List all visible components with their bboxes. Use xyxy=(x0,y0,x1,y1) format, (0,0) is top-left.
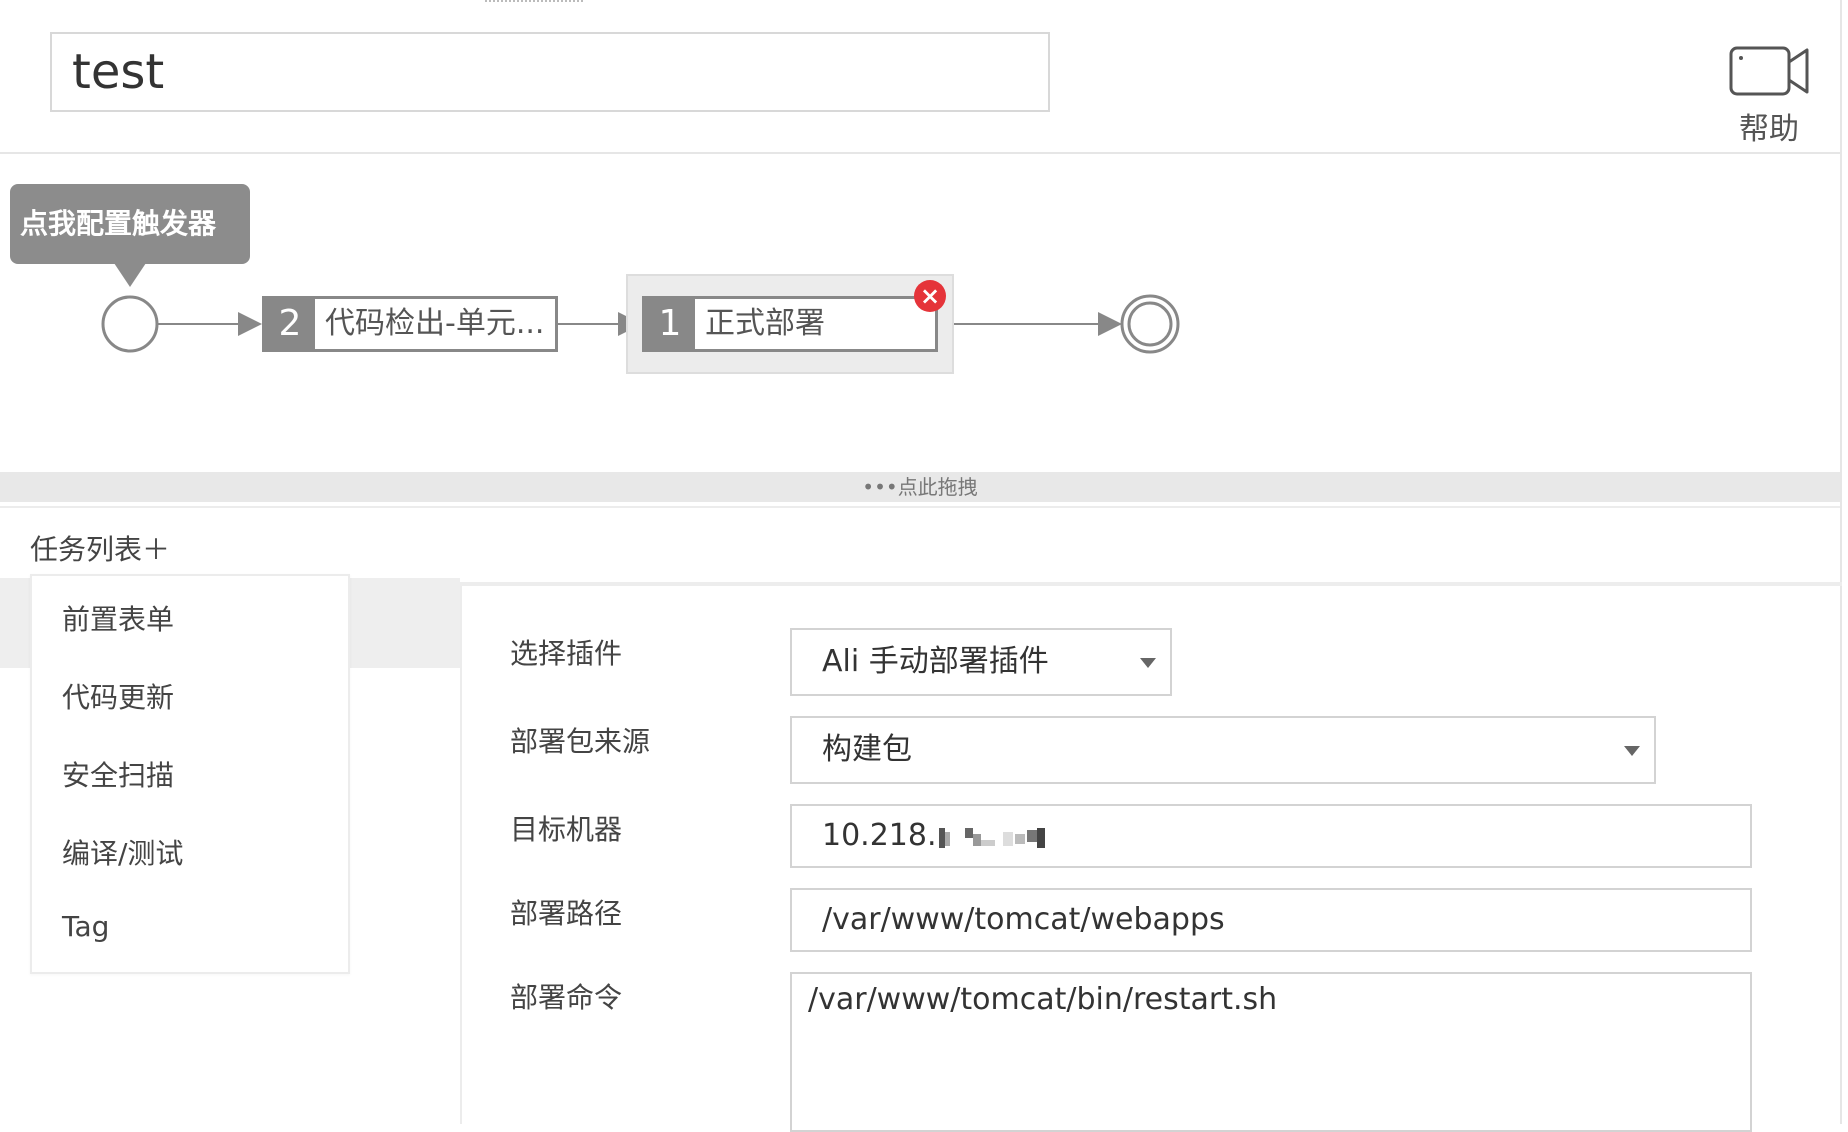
content-divider xyxy=(460,582,1842,586)
target-label: 目标机器 xyxy=(510,813,623,846)
plugin-select-value: Ali 手动部署插件 xyxy=(822,644,1049,679)
task-item-pre-form[interactable]: 前置表单 xyxy=(62,598,174,638)
deploy-path-input[interactable]: /var/www/tomcat/webapps xyxy=(790,888,1752,952)
delete-stage-icon[interactable]: × xyxy=(914,280,946,312)
stage-node-deploy[interactable]: 1 正式部署 xyxy=(642,296,938,352)
target-machine-input[interactable]: 10.218. xyxy=(790,804,1752,868)
resize-drag-handle[interactable]: •••点此拖拽 xyxy=(0,472,1840,502)
stage-node-checkout[interactable]: 2 代码检出-单元... xyxy=(262,296,558,352)
tooltip-pointer xyxy=(114,263,146,287)
redacted-ip-pixels xyxy=(938,827,1045,848)
video-camera-icon xyxy=(1729,46,1809,96)
help-label: 帮助 xyxy=(1739,112,1799,147)
stage-number: 2 xyxy=(265,299,315,349)
stage-label: 正式部署 xyxy=(705,306,825,341)
trigger-tooltip[interactable]: 点我配置触发器 xyxy=(10,184,250,264)
source-label: 部署包来源 xyxy=(510,725,651,758)
source-select-value: 构建包 xyxy=(822,732,912,767)
stage-number: 1 xyxy=(645,299,695,349)
add-task-button[interactable]: 任务列表＋ xyxy=(30,528,170,568)
plugin-label: 选择插件 xyxy=(510,637,623,670)
stage-label: 代码检出-单元... xyxy=(325,306,545,341)
pipeline-name-input[interactable]: test xyxy=(50,32,1050,112)
target-machine-value: 10.218. xyxy=(822,818,937,853)
source-select[interactable]: 构建包 xyxy=(790,716,1656,784)
deploy-path-label: 部署路径 xyxy=(510,897,623,930)
task-item-tag[interactable]: Tag xyxy=(62,910,109,943)
content-left-border xyxy=(460,586,462,1124)
top-divider xyxy=(485,0,583,2)
chevron-down-icon xyxy=(1624,746,1640,756)
help-button[interactable]: 帮助 xyxy=(1726,44,1812,147)
section-divider xyxy=(0,506,1840,508)
chevron-down-icon xyxy=(1140,658,1156,668)
task-item-build-test[interactable]: 编译/测试 xyxy=(62,832,183,872)
task-item-security-scan[interactable]: 安全扫描 xyxy=(62,754,174,794)
plugin-select[interactable]: Ali 手动部署插件 xyxy=(790,628,1172,696)
deploy-command-label: 部署命令 xyxy=(510,981,623,1014)
deploy-command-textarea[interactable]: /var/www/tomcat/bin/restart.sh xyxy=(790,972,1752,1132)
task-item-code-update[interactable]: 代码更新 xyxy=(62,676,174,716)
start-node xyxy=(101,295,159,353)
task-dropdown-menu: 前置表单 代码更新 安全扫描 编译/测试 Tag xyxy=(30,574,350,974)
right-border xyxy=(1840,0,1842,1124)
